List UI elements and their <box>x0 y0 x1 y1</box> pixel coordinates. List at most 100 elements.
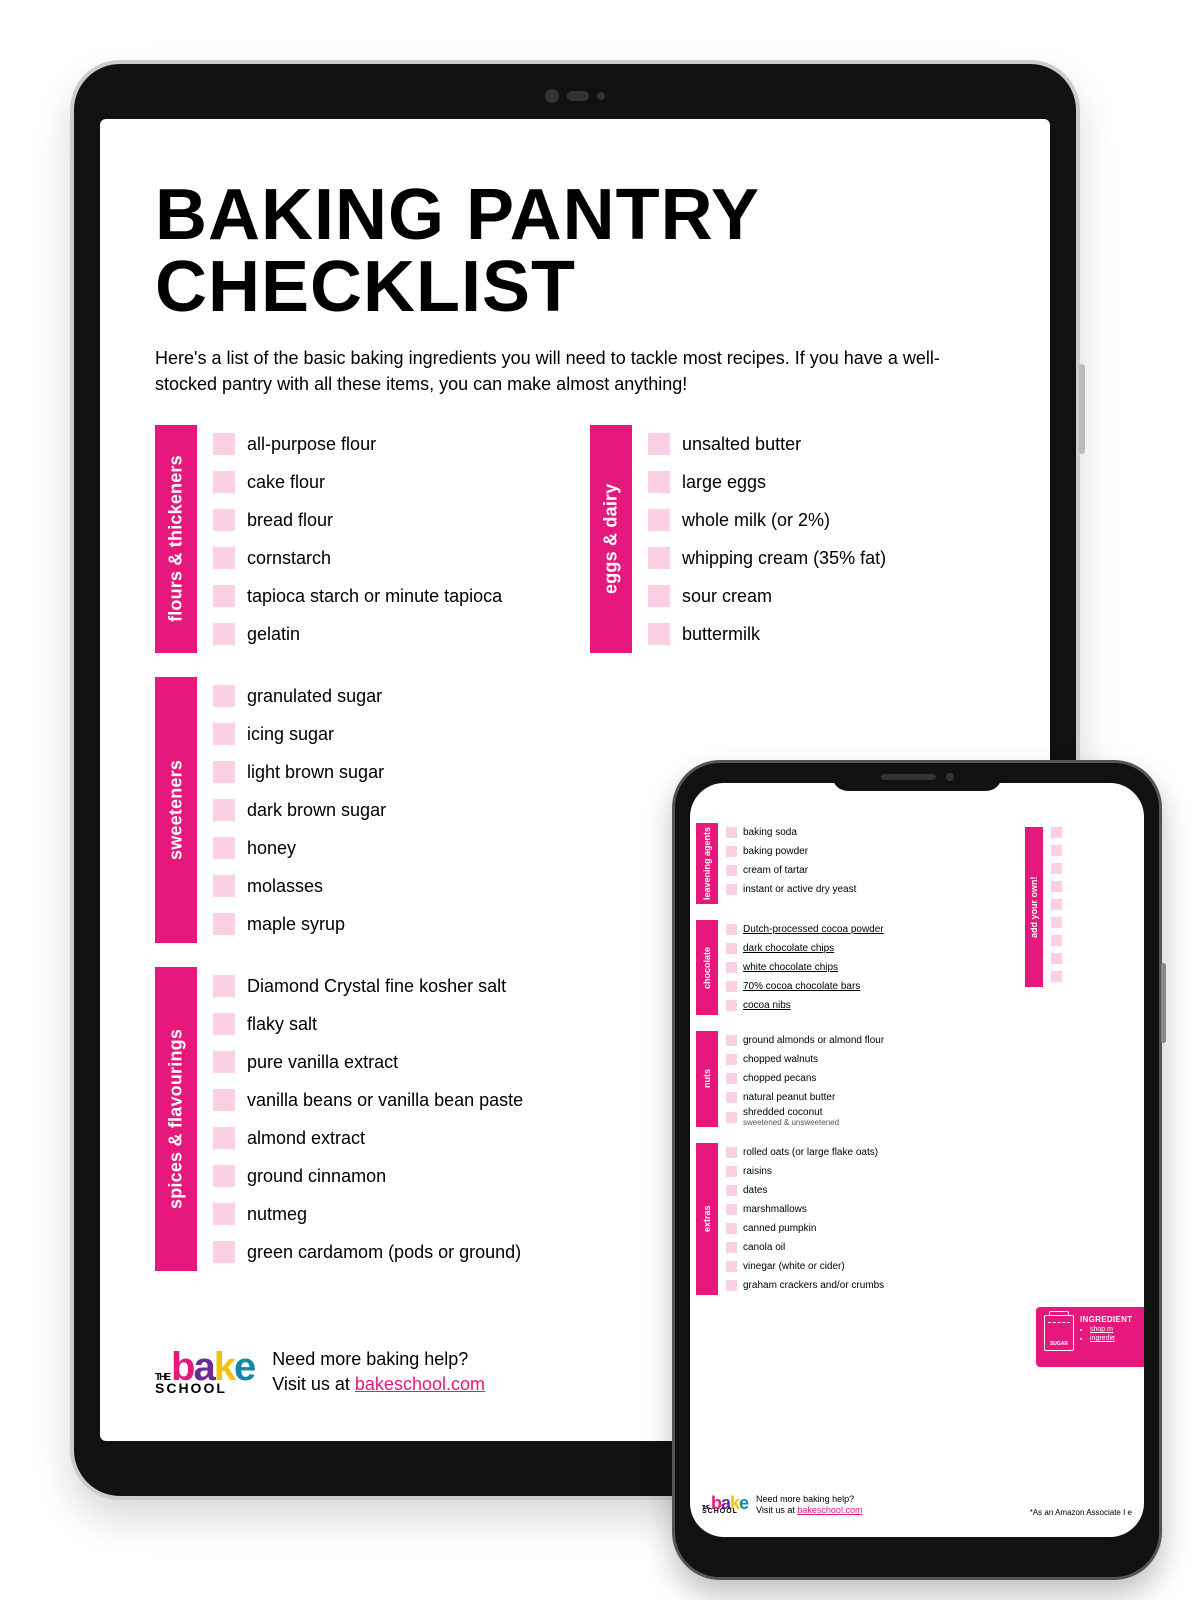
list-item: icing sugar <box>213 715 560 753</box>
category: leavening agentsbaking sodabaking powder… <box>696 823 1003 904</box>
item-label: all-purpose flour <box>247 434 376 455</box>
checkbox[interactable] <box>726 1073 737 1084</box>
item-label: whole milk (or 2%) <box>682 510 830 531</box>
checkbox[interactable] <box>213 1127 235 1149</box>
intro-text: Here's a list of the basic baking ingred… <box>155 345 995 397</box>
checkbox[interactable] <box>213 509 235 531</box>
checkbox[interactable] <box>213 837 235 859</box>
item-label: ground almonds or almond flour <box>743 1035 884 1046</box>
category-label: eggs & dairy <box>590 425 632 653</box>
checkbox[interactable] <box>726 1035 737 1046</box>
card-bullet[interactable]: ingredie <box>1090 1334 1132 1343</box>
checkbox[interactable] <box>213 1089 235 1111</box>
checkbox[interactable] <box>726 865 737 876</box>
checkbox[interactable] <box>726 1092 737 1103</box>
checkbox[interactable] <box>213 1203 235 1225</box>
checkbox[interactable] <box>648 509 670 531</box>
list-item: shredded coconutsweetened & unsweetened <box>726 1107 1003 1127</box>
list-item: graham crackers and/or crumbs <box>726 1276 1003 1295</box>
checkbox[interactable] <box>648 585 670 607</box>
checkbox[interactable] <box>1051 917 1062 928</box>
checkbox[interactable] <box>726 924 737 935</box>
checkbox[interactable] <box>648 623 670 645</box>
item-label: white chocolate chips <box>743 962 838 973</box>
checkbox[interactable] <box>726 827 737 838</box>
list-item: sour cream <box>648 577 995 615</box>
item-label: gelatin <box>247 624 300 645</box>
checkbox[interactable] <box>726 1280 737 1291</box>
list-item: green cardamom (pods or ground) <box>213 1233 560 1271</box>
item-label: green cardamom (pods or ground) <box>247 1242 521 1263</box>
checkbox[interactable] <box>648 547 670 569</box>
checkbox[interactable] <box>726 884 737 895</box>
list-item: cake flour <box>213 463 560 501</box>
item-label: instant or active dry yeast <box>743 884 856 895</box>
checkbox[interactable] <box>648 471 670 493</box>
checkbox[interactable] <box>1051 827 1062 838</box>
item-label: almond extract <box>247 1128 365 1149</box>
help-link[interactable]: bakeschool.com <box>797 1505 862 1515</box>
item-label: nutmeg <box>247 1204 307 1225</box>
item-label: natural peanut butter <box>743 1092 835 1103</box>
checkbox[interactable] <box>1051 935 1062 946</box>
checkbox[interactable] <box>213 799 235 821</box>
checkbox[interactable] <box>1051 881 1062 892</box>
checkbox[interactable] <box>213 913 235 935</box>
checkbox[interactable] <box>1051 953 1062 964</box>
checkbox[interactable] <box>726 943 737 954</box>
checkbox[interactable] <box>213 547 235 569</box>
checkbox[interactable] <box>726 1166 737 1177</box>
list-item: Diamond Crystal fine kosher salt <box>213 967 560 1005</box>
checkbox[interactable] <box>213 1051 235 1073</box>
affiliate-disclaimer: *As an Amazon Associate I e <box>1030 1508 1132 1517</box>
checkbox[interactable] <box>213 685 235 707</box>
checkbox[interactable] <box>726 1204 737 1215</box>
checkbox[interactable] <box>213 723 235 745</box>
help-link[interactable]: bakeschool.com <box>355 1374 485 1394</box>
checkbox[interactable] <box>726 1147 737 1158</box>
checkbox[interactable] <box>213 1241 235 1263</box>
category-label: extras <box>696 1143 718 1295</box>
list-item: chopped pecans <box>726 1069 1003 1088</box>
list-item: ground almonds or almond flour <box>726 1031 1003 1050</box>
checkbox[interactable] <box>213 1165 235 1187</box>
checkbox[interactable] <box>213 761 235 783</box>
checkbox[interactable] <box>726 1112 737 1123</box>
list-item: instant or active dry yeast <box>726 880 1003 899</box>
checkbox[interactable] <box>726 846 737 857</box>
checkbox[interactable] <box>726 962 737 973</box>
checkbox[interactable] <box>1051 845 1062 856</box>
checkbox[interactable] <box>1051 971 1062 982</box>
checkbox[interactable] <box>726 1242 737 1253</box>
checkbox[interactable] <box>213 585 235 607</box>
checkbox[interactable] <box>213 875 235 897</box>
checkbox[interactable] <box>1051 863 1062 874</box>
list-item: nutmeg <box>213 1195 560 1233</box>
item-label: Diamond Crystal fine kosher salt <box>247 976 506 997</box>
sugar-jar-icon: SUGAR <box>1044 1315 1074 1351</box>
card-bullet[interactable]: shop m <box>1090 1325 1132 1334</box>
list-item: marshmallows <box>726 1200 1003 1219</box>
list-item: white chocolate chips <box>726 958 1003 977</box>
brand-logo: THE b a k e SCHOOL <box>155 1349 254 1395</box>
checkbox[interactable] <box>213 975 235 997</box>
help-line-2-prefix: Visit us at <box>272 1374 355 1394</box>
logo-school: SCHOOL <box>155 1382 254 1395</box>
checkbox[interactable] <box>213 623 235 645</box>
checkbox[interactable] <box>726 1261 737 1272</box>
checkbox[interactable] <box>726 1185 737 1196</box>
checkbox[interactable] <box>648 433 670 455</box>
checkbox[interactable] <box>726 1054 737 1065</box>
checkbox[interactable] <box>726 1000 737 1011</box>
checkbox[interactable] <box>213 433 235 455</box>
checkbox[interactable] <box>213 471 235 493</box>
list-item: granulated sugar <box>213 677 560 715</box>
list-item: raisins <box>726 1162 1003 1181</box>
checkbox[interactable] <box>1051 899 1062 910</box>
checkbox[interactable] <box>726 981 737 992</box>
list-item: dark chocolate chips <box>726 939 1003 958</box>
checkbox[interactable] <box>726 1223 737 1234</box>
checkbox[interactable] <box>213 1013 235 1035</box>
card-heading: INGREDIENT <box>1080 1315 1132 1325</box>
list-item: cream of tartar <box>726 861 1003 880</box>
